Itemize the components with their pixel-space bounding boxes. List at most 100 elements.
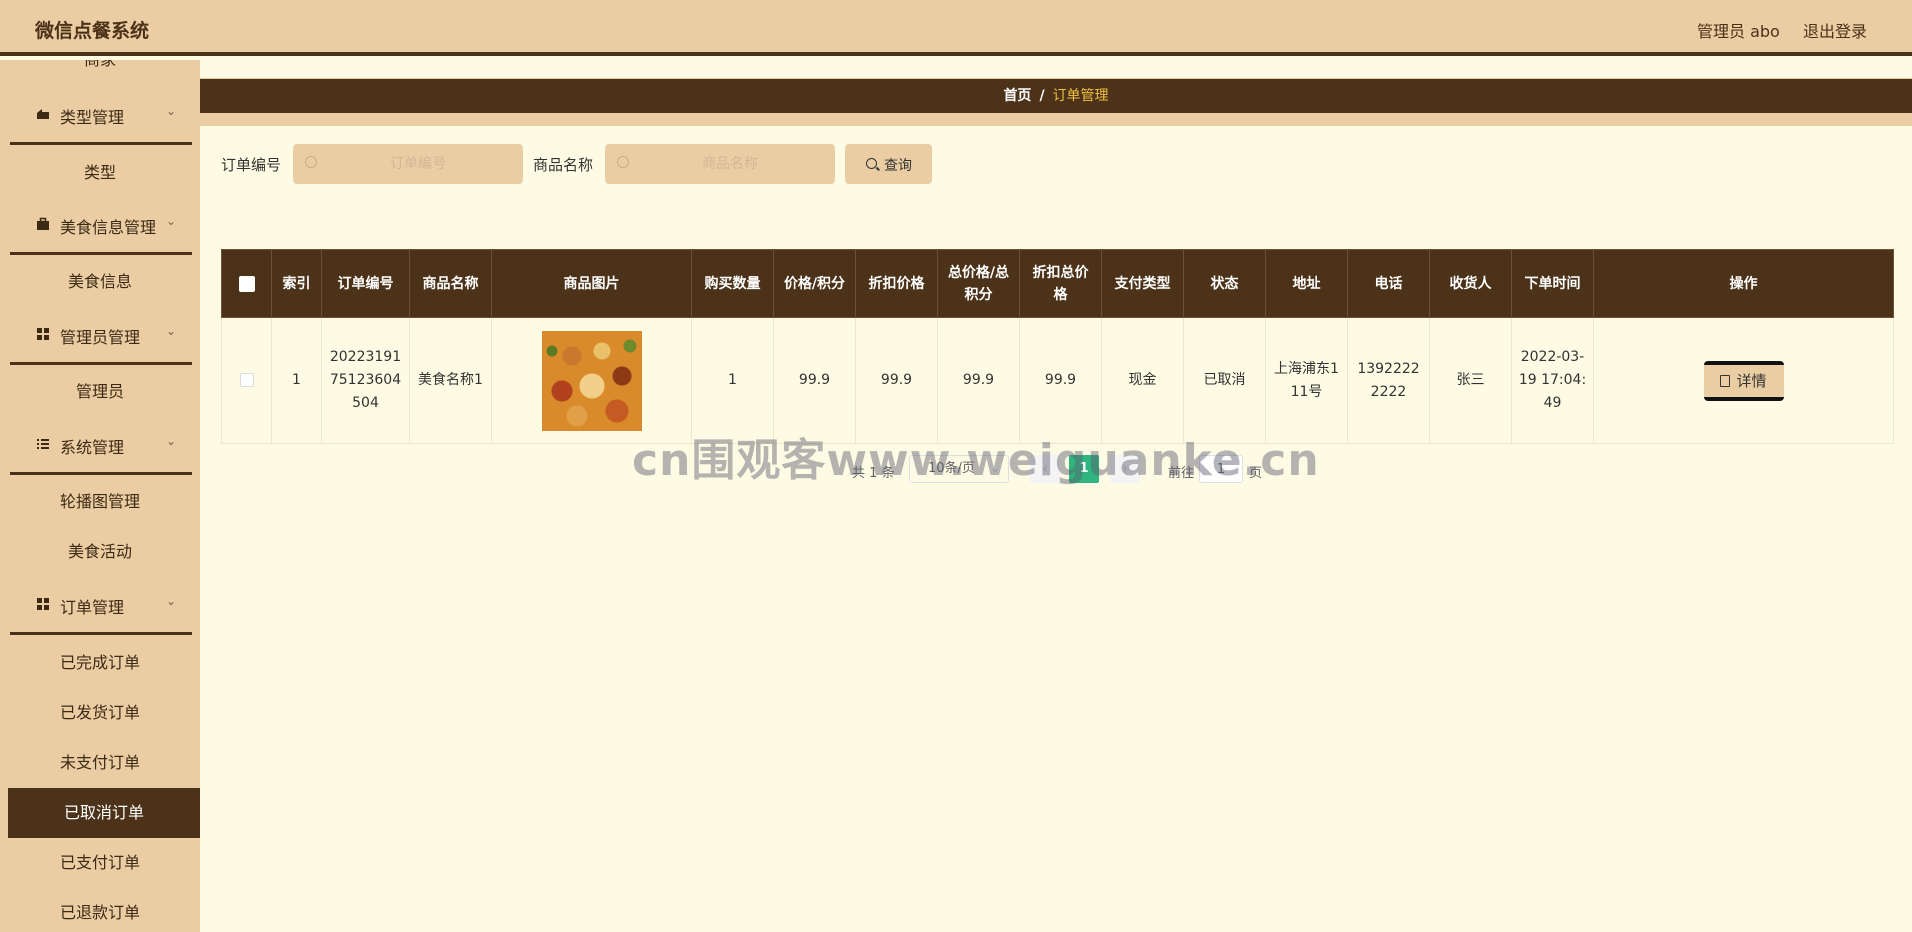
column-header: 折扣总价格 <box>1019 249 1102 318</box>
tag-icon <box>37 109 49 119</box>
table-header-row: 索引 订单编号 商品名称 商品图片 购买数量 价格/积分 折扣价格 总价格/总积… <box>221 249 1894 318</box>
row-checkbox[interactable] <box>221 317 272 444</box>
breadcrumb-home[interactable]: 首页 <box>1003 88 1031 104</box>
cell-status: 已取消 <box>1183 317 1266 444</box>
sidebar-group-label: 类型管理 <box>60 108 125 127</box>
breadcrumb-current: 订单管理 <box>1052 88 1109 104</box>
sidebar-group-admin[interactable]: 管理员管理 ⌄ <box>0 310 200 360</box>
product-name-input[interactable] <box>635 144 825 184</box>
grid-icon <box>37 598 49 610</box>
divider <box>10 472 192 475</box>
orders-table: 索引 订单编号 商品名称 商品图片 购买数量 价格/积分 折扣价格 总价格/总积… <box>221 249 1894 444</box>
breadcrumb: 首页 / 订单管理 <box>200 79 1912 113</box>
top-header: 微信点餐系统 管理员 abo 退出登录 <box>0 0 1912 56</box>
cell-product-name: 美食名称1 <box>409 317 492 444</box>
query-button[interactable]: 查询 <box>845 144 932 184</box>
detail-button[interactable]: 详情 <box>1703 360 1784 401</box>
chevron-down-icon: ⌄ <box>166 324 177 338</box>
sidebar-item-type[interactable]: 类型 <box>0 148 200 198</box>
column-header: 商品名称 <box>409 249 492 318</box>
column-header: 订单编号 <box>321 249 410 318</box>
cell-order-time: 2022-03-19 17:04:49 <box>1511 317 1594 444</box>
sidebar: 商家 类型管理 ⌄ 类型 美食信息管理 ⌄ 美食信息 管理员管理 ⌄ 管理员 系… <box>0 60 200 932</box>
sidebar-group-order[interactable]: 订单管理 ⌄ <box>0 580 200 630</box>
column-header: 索引 <box>271 249 322 318</box>
goto-label: 前往 <box>1168 466 1195 481</box>
column-header: 状态 <box>1183 249 1266 318</box>
sidebar-item-shipped-orders[interactable]: 已发货订单 <box>0 688 200 738</box>
cell-discount-total: 99.9 <box>1019 317 1102 444</box>
sidebar-group-type[interactable]: 类型管理 ⌄ <box>0 90 200 140</box>
sidebar-group-label: 管理员管理 <box>60 328 141 347</box>
sidebar-group-label: 订单管理 <box>60 598 125 617</box>
divider <box>10 252 192 255</box>
page-size-select[interactable]: 10条/页 ⌄ <box>909 455 1009 483</box>
column-header: 收货人 <box>1429 249 1512 318</box>
search-icon <box>617 156 629 168</box>
order-no-label: 订单编号 <box>221 156 282 174</box>
briefcase-icon <box>37 217 49 230</box>
sidebar-item-cancelled-orders[interactable]: 已取消订单 <box>8 788 200 838</box>
cell-product-image <box>491 317 692 444</box>
table-row: 1 2022319175123604504 美食名称1 1 99.9 99.9 … <box>221 317 1894 444</box>
sidebar-group-food[interactable]: 美食信息管理 ⌄ <box>0 200 200 250</box>
order-no-search-box <box>293 144 523 184</box>
column-header: 价格/积分 <box>773 249 856 318</box>
sidebar-group-system[interactable]: 系统管理 ⌄ <box>0 420 200 470</box>
app-title: 微信点餐系统 <box>35 20 150 42</box>
sidebar-item-paid-orders[interactable]: 已支付订单 <box>0 838 200 888</box>
detail-button-label: 详情 <box>1736 371 1767 390</box>
cell-receiver: 张三 <box>1429 317 1512 444</box>
divider <box>10 362 192 365</box>
column-header: 总价格/总积分 <box>937 249 1020 318</box>
cell-phone: 13922222222 <box>1347 317 1430 444</box>
order-no-input[interactable] <box>323 144 513 184</box>
chevron-down-icon: ⌄ <box>166 434 177 448</box>
cell-address: 上海浦东111号 <box>1265 317 1348 444</box>
sidebar-item-carousel[interactable]: 轮播图管理 <box>0 477 200 527</box>
column-header: 地址 <box>1265 249 1348 318</box>
pagination-total: 共 1 条 <box>852 466 895 481</box>
column-header: 操作 <box>1593 249 1894 318</box>
column-header: 商品图片 <box>491 249 692 318</box>
search-icon <box>305 156 317 168</box>
sidebar-item-refunded-orders[interactable]: 已退款订单 <box>0 888 200 932</box>
sidebar-item-merchant[interactable]: 商家 <box>0 60 200 74</box>
sidebar-group-label: 美食信息管理 <box>60 218 157 237</box>
search-icon <box>866 158 877 169</box>
product-name-label: 商品名称 <box>533 156 594 174</box>
chevron-down-icon: ⌄ <box>990 462 1000 475</box>
top-strip <box>200 60 1912 79</box>
column-header: 折扣价格 <box>855 249 938 318</box>
chevron-down-icon: ⌄ <box>166 214 177 228</box>
chevron-down-icon: ⌄ <box>166 104 177 118</box>
sidebar-item-admin[interactable]: 管理员 <box>0 367 200 417</box>
chevron-down-icon: ⌄ <box>166 594 177 608</box>
select-all-checkbox[interactable] <box>221 249 272 318</box>
column-header: 购买数量 <box>691 249 774 318</box>
sidebar-item-unpaid-orders[interactable]: 未支付订单 <box>0 738 200 788</box>
document-icon <box>1720 374 1731 387</box>
cell-total: 99.9 <box>937 317 1020 444</box>
page-number-active[interactable]: 1 <box>1069 455 1099 483</box>
column-header: 电话 <box>1347 249 1430 318</box>
query-button-label: 查询 <box>884 158 912 174</box>
list-icon <box>37 439 49 449</box>
sidebar-item-food-activity[interactable]: 美食活动 <box>0 527 200 577</box>
column-header: 下单时间 <box>1511 249 1594 318</box>
logout-link[interactable]: 退出登录 <box>1803 18 1867 42</box>
sidebar-item-completed-orders[interactable]: 已完成订单 <box>0 638 200 688</box>
cell-actions: 详情 <box>1593 317 1894 444</box>
goto-page-input[interactable] <box>1199 455 1243 483</box>
prev-page-button[interactable]: ‹ <box>1030 455 1060 483</box>
next-page-button[interactable]: › <box>1110 455 1140 483</box>
page-suffix-label: 页 <box>1249 466 1263 481</box>
sidebar-item-food-info[interactable]: 美食信息 <box>0 257 200 307</box>
divider <box>10 632 192 635</box>
sidebar-group-label: 系统管理 <box>60 438 125 457</box>
divider <box>10 142 192 145</box>
cell-index: 1 <box>271 317 322 444</box>
cell-discount-price: 99.9 <box>855 317 938 444</box>
food-image[interactable] <box>541 330 642 431</box>
product-name-search-box <box>605 144 835 184</box>
